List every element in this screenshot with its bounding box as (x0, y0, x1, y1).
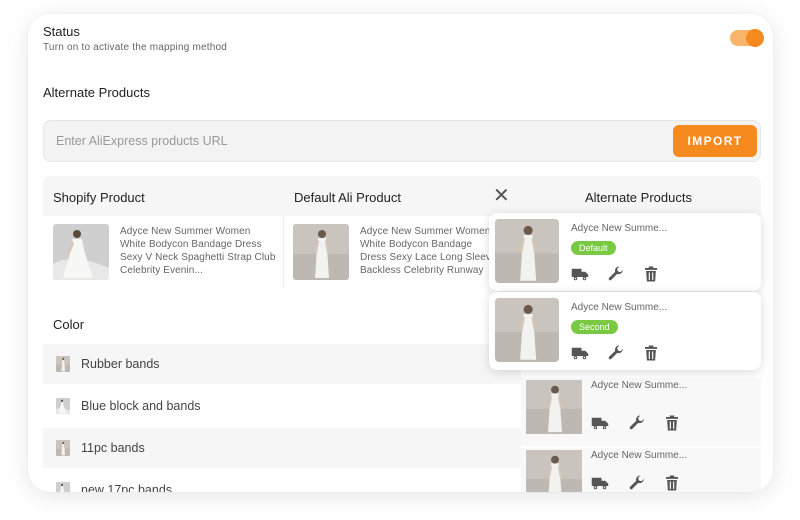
shopify-product-image (53, 224, 109, 280)
default-ali-product-desc: Adyce New Summer Women White Bodycon Ban… (360, 226, 497, 276)
toggle-knob[interactable] (746, 29, 764, 47)
mapping-card: Status Turn on to activate the mapping m… (28, 14, 773, 492)
variant-row: new 17pc bands (43, 470, 521, 492)
alternate-product-image (526, 450, 582, 492)
truck-icon[interactable] (591, 474, 609, 492)
status-title: Status (43, 24, 80, 39)
truck-icon[interactable] (591, 414, 609, 432)
mapping-table: Shopify Product Default Ali Product ✕ Al… (43, 176, 761, 492)
aliexpress-url-input[interactable] (56, 121, 656, 161)
variant-row: Rubber bands (43, 344, 521, 384)
wrench-icon[interactable] (607, 344, 625, 362)
second-tag: Second (571, 320, 618, 334)
alternate-product-image (495, 298, 559, 362)
variant-thumb (56, 482, 70, 492)
wrench-icon[interactable] (628, 414, 646, 432)
table-header: Shopify Product Default Ali Product ✕ Al… (43, 176, 761, 216)
trash-icon[interactable] (663, 414, 681, 432)
variant-row: 11pc bands (43, 428, 521, 468)
alternate-product-item[interactable]: Adyce New Summe... (521, 448, 761, 492)
truck-icon[interactable] (571, 344, 589, 362)
alternate-product-item[interactable]: Adyce New Summe... (521, 378, 761, 446)
column-divider (283, 216, 284, 288)
url-bar: IMPORT (43, 120, 761, 162)
trash-icon[interactable] (663, 474, 681, 492)
default-ali-product-image (293, 224, 349, 280)
variant-thumb (56, 398, 70, 414)
default-tag: Default (571, 241, 616, 255)
header-default-ali-product: Default Ali Product (294, 190, 401, 205)
alternate-product-name: Adyce New Summe... (571, 302, 668, 313)
truck-icon[interactable] (571, 265, 589, 283)
trash-icon[interactable] (642, 265, 660, 283)
alternate-product-name: Adyce New Summe... (591, 380, 688, 391)
status-toggle[interactable] (730, 29, 764, 47)
variant-label: Rubber bands (81, 357, 160, 371)
alternate-product-card[interactable]: Adyce New Summe... Second (489, 292, 761, 370)
alternate-product-name: Adyce New Summe... (571, 223, 668, 234)
trash-icon[interactable] (642, 344, 660, 362)
variant-label: new 17pc bands (81, 483, 173, 492)
color-label: Color (53, 317, 85, 332)
alternate-product-image (495, 219, 559, 283)
alternate-product-card[interactable]: Adyce New Summe... Default (489, 213, 761, 291)
variant-label: Blue block and bands (81, 399, 201, 413)
shopify-product-desc: Adyce New Summer Women White Bodycon Ban… (120, 226, 276, 276)
wrench-icon[interactable] (607, 265, 625, 283)
header-shopify-product: Shopify Product (53, 190, 145, 205)
close-icon[interactable]: ✕ (493, 186, 510, 206)
variant-row: Blue block and bands (43, 386, 521, 426)
alternate-products-title: Alternate Products (43, 85, 150, 100)
variant-thumb (56, 440, 70, 456)
import-button[interactable]: IMPORT (673, 125, 757, 157)
variant-thumb (56, 356, 70, 372)
alternate-product-image (526, 380, 582, 434)
wrench-icon[interactable] (628, 474, 646, 492)
variant-label: 11pc bands (81, 441, 145, 455)
alternate-product-name: Adyce New Summe... (591, 450, 688, 461)
header-alternate-products: Alternate Products (585, 190, 692, 205)
status-subtitle: Turn on to activate the mapping method (43, 42, 228, 53)
